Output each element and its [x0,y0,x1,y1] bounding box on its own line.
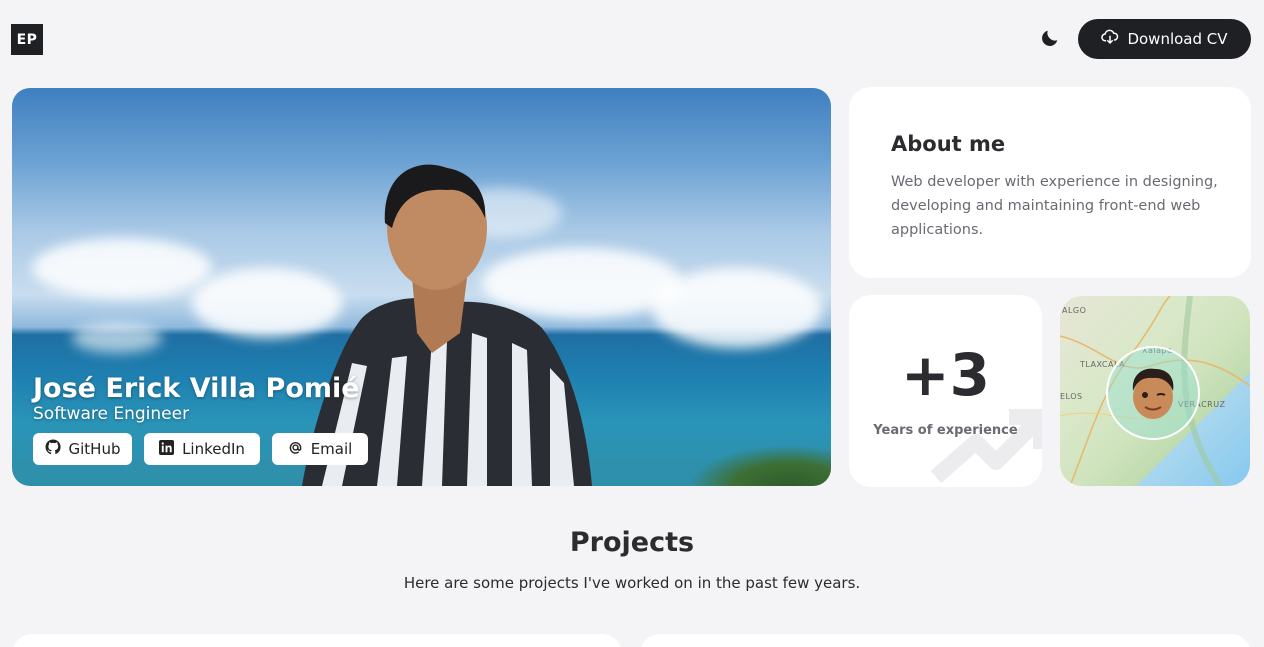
projects-subtitle: Here are some projects I've worked on in… [403,574,861,592]
location-map-card[interactable]: ALGO Xalapa TLAXCALA VERACRUZ ELOS [1060,296,1250,486]
github-button[interactable]: GitHub [33,433,132,465]
trend-up-icon [931,409,1042,484]
foliage [691,446,831,486]
experience-card: +3 Years of experience [849,295,1042,487]
moon-icon [1039,27,1061,53]
hero-card: José Erick Villa Pomié Software Engineer… [12,88,831,486]
about-card: About me Web developer with experience i… [849,87,1251,278]
github-icon [45,439,61,459]
linkedin-label: LinkedIn [182,440,245,458]
download-cv-button[interactable]: Download CV [1078,19,1251,59]
hero-role: Software Engineer [33,404,190,424]
about-text: Web developer with experience in designi… [891,174,1218,238]
theme-toggle-button[interactable] [1036,26,1064,54]
projects-title: Projects [569,527,695,558]
linkedin-button[interactable]: LinkedIn [144,433,260,465]
hero-name: José Erick Villa Pomié [33,373,360,404]
cloud-download-icon [1101,29,1119,49]
project-card[interactable] [640,634,1251,647]
project-card[interactable] [12,634,622,647]
email-button[interactable]: Email [272,433,368,465]
experience-label: Years of experience [873,423,1018,438]
email-label: Email [310,440,353,458]
map-label-algo: ALGO [1062,306,1087,315]
download-cv-label: Download CV [1127,30,1228,48]
linkedin-icon [159,439,175,459]
memoji-avatar [1132,368,1174,419]
map-label-elos: ELOS [1060,392,1083,401]
at-icon [288,440,303,459]
location-avatar [1106,346,1200,440]
experience-value: +3 [901,341,990,409]
site-logo[interactable]: EP [11,24,43,55]
about-title: About me [891,132,1006,156]
github-label: GitHub [68,440,121,458]
